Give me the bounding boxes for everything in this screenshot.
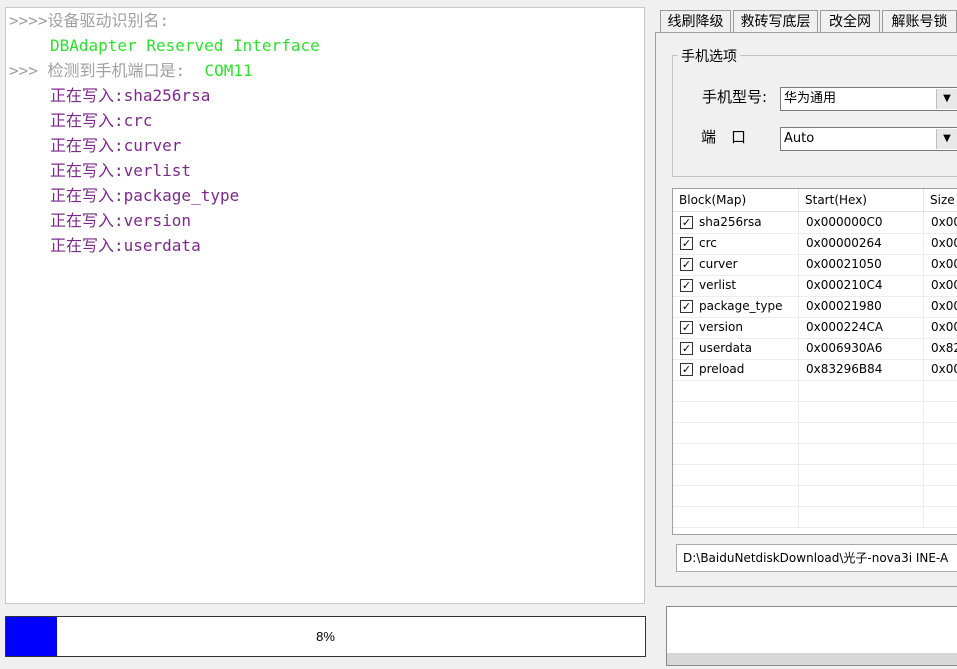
log-text: DBAdapter Reserved Interface [50, 36, 320, 55]
block-size: 0x00 [924, 233, 957, 254]
tab-label: 救砖写底层 [740, 14, 811, 30]
block-list[interactable]: Block(Map) Start(Hex) Size ✓ sha256rsa 0x0… [672, 188, 957, 535]
block-checkbox[interactable]: ✓ [680, 342, 693, 355]
log-line: 正在写入:package_type [6, 183, 644, 208]
block-list-header: Block(Map) Start(Hex) Size [673, 189, 957, 212]
log-line: 正在写入:crc [6, 108, 644, 133]
table-row[interactable]: ✓ sha256rsa 0x000000C00x00 [673, 212, 957, 234]
block-start: 0x006930A6 [799, 338, 924, 359]
table-row [673, 401, 957, 423]
tab-label: 改全网 [829, 14, 871, 30]
log-line: 正在写入:userdata [6, 233, 644, 258]
block-checkbox[interactable]: ✓ [680, 363, 693, 376]
table-row [673, 380, 957, 402]
block-start: 0x000210C4 [799, 275, 924, 296]
block-name: verlist [699, 278, 737, 292]
block-name: userdata [699, 341, 752, 355]
block-start: 0x000224CA [799, 317, 924, 338]
table-row [673, 422, 957, 444]
log-prefix: >>>> [9, 11, 48, 30]
table-row[interactable]: ✓ crc 0x000002640x00 [673, 233, 957, 255]
block-size: 0x82 [924, 338, 957, 359]
block-checkbox[interactable]: ✓ [680, 279, 693, 292]
status-box [666, 606, 957, 666]
col-start-hex[interactable]: Start(Hex) [799, 189, 924, 211]
log-line: >>> 检测到手机端口是: COM11 [6, 58, 644, 83]
status-bar [667, 653, 957, 665]
phone-model-label: 手机型号: [702, 88, 768, 106]
block-start: 0x000000C0 [799, 212, 924, 233]
log-text: 正在写入:package_type [50, 186, 240, 205]
block-start: 0x83296B84 [799, 359, 924, 380]
port-label: 端 口 [701, 128, 747, 146]
log-port-value: COM11 [204, 61, 253, 80]
block-checkbox[interactable]: ✓ [680, 237, 693, 250]
block-name: curver [699, 257, 738, 271]
file-path-field[interactable]: D:\BaiduNetdiskDownload\光子-nova3i INE-A [676, 544, 957, 572]
log-line: 正在写入:sha256rsa [6, 83, 644, 108]
tab-label: 解账号锁 [891, 14, 948, 30]
progress-label: 8% [316, 629, 335, 644]
log-prefix: >>> [9, 61, 38, 80]
col-size[interactable]: Size [924, 189, 957, 211]
log-output[interactable]: >>>>设备驱动识别名: DBAdapter Reserved Interface… [5, 7, 645, 604]
block-size: 0x00 [924, 275, 957, 296]
chevron-down-icon[interactable]: ▼ [936, 129, 957, 149]
log-line: 正在写入:verlist [6, 158, 644, 183]
log-line: DBAdapter Reserved Interface [6, 33, 644, 58]
phone-options-title: 手机选项 [678, 46, 740, 66]
log-text: 正在写入:version [50, 211, 192, 230]
block-start: 0x00000264 [799, 233, 924, 254]
phone-model-select[interactable]: 华为通用 ▼ [780, 87, 957, 111]
table-row[interactable]: ✓ version 0x000224CA0x00 [673, 317, 957, 339]
log-line: 正在写入:version [6, 208, 644, 233]
log-line: 正在写入:curver [6, 133, 644, 158]
phone-model-value: 华为通用 [784, 91, 837, 106]
table-row[interactable]: ✓ package_type 0x000219800x00 [673, 296, 957, 318]
col-block-map[interactable]: Block(Map) [673, 189, 799, 211]
block-start: 0x00021980 [799, 296, 924, 317]
block-checkbox[interactable]: ✓ [680, 300, 693, 313]
log-line: >>>>设备驱动识别名: [6, 8, 644, 33]
block-name: sha256rsa [699, 215, 762, 229]
block-name: crc [699, 236, 717, 250]
block-name: preload [699, 362, 745, 376]
block-size: 0x00 [924, 212, 957, 233]
tab-unlock-account[interactable]: 解账号锁 [882, 10, 957, 32]
block-size: 0x00 [924, 359, 957, 380]
port-select[interactable]: Auto ▼ [780, 127, 957, 151]
log-text: 正在写入:userdata [50, 236, 201, 255]
block-size: 0x00 [924, 254, 957, 275]
block-size: 0x00 [924, 317, 957, 338]
log-text: 设备驱动识别名: [47, 11, 170, 30]
log-text: 正在写入:crc [50, 111, 153, 130]
table-row[interactable]: ✓ userdata 0x006930A60x82 [673, 338, 957, 360]
table-row[interactable]: ✓ curver 0x000210500x00 [673, 254, 957, 276]
block-name: version [699, 320, 743, 334]
log-text: 检测到手机端口是: [37, 61, 186, 80]
phone-options-group [672, 55, 957, 177]
tab-label: 线刷降级 [667, 14, 724, 30]
port-value: Auto [784, 131, 815, 146]
progress-bar: 8% [5, 616, 646, 657]
log-text: 正在写入:verlist [50, 161, 192, 180]
table-row [673, 506, 957, 528]
block-checkbox[interactable]: ✓ [680, 216, 693, 229]
table-row[interactable]: ✓ preload 0x83296B840x00 [673, 359, 957, 381]
table-row [673, 443, 957, 465]
tab-full-network[interactable]: 改全网 [820, 10, 880, 32]
table-row [673, 464, 957, 486]
block-start: 0x00021050 [799, 254, 924, 275]
block-size: 0x00 [924, 296, 957, 317]
block-checkbox[interactable]: ✓ [680, 258, 693, 271]
log-text: 正在写入:sha256rsa [50, 86, 211, 105]
chevron-down-icon[interactable]: ▼ [936, 89, 957, 109]
table-row[interactable]: ✓ verlist 0x000210C40x00 [673, 275, 957, 297]
tab-flash-downgrade[interactable]: 线刷降级 [660, 10, 731, 32]
block-checkbox[interactable]: ✓ [680, 321, 693, 334]
block-name: package_type [699, 299, 783, 313]
tab-rescue-brick[interactable]: 救砖写底层 [733, 10, 818, 32]
table-row [673, 485, 957, 507]
log-text: 正在写入:curver [50, 136, 182, 155]
